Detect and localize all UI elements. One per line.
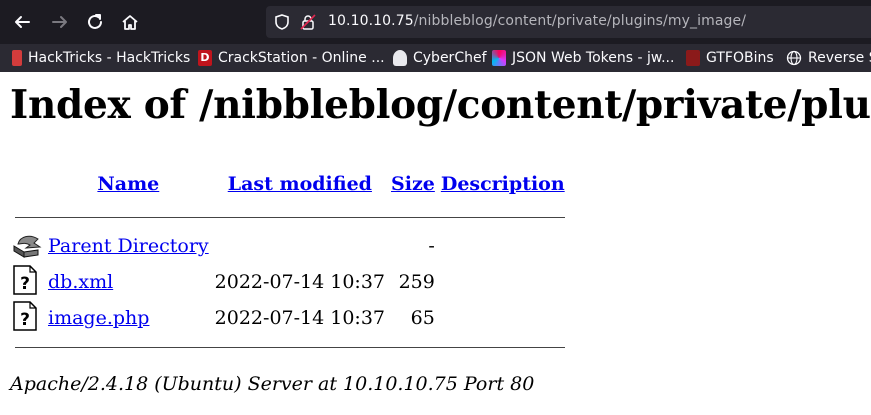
description-cell — [438, 228, 568, 264]
sort-by-last-modified-link[interactable]: Last modified — [228, 173, 372, 195]
bookmark-jwt[interactable]: JSON Web Tokens - jw... — [492, 48, 674, 68]
tracking-protection-shield-icon[interactable] — [274, 14, 290, 30]
bookmark-reverse-shell[interactable]: Reverse S — [786, 48, 871, 68]
jwt-icon — [492, 50, 506, 66]
file-link-image-php[interactable]: image.php — [48, 307, 149, 329]
bookmark-label: JSON Web Tokens - jw... — [512, 50, 675, 66]
server-signature: Apache/2.4.18 (Ubuntu) Server at 10.10.1… — [10, 373, 535, 395]
description-cell — [438, 264, 568, 300]
url-text[interactable]: 10.10.10.75/nibbleblog/content/private/p… — [328, 13, 746, 29]
modified-cell: 2022-07-14 10:37 — [214, 271, 386, 293]
size-column-header: Size — [388, 162, 438, 206]
size-cell: - — [428, 235, 435, 257]
bookmark-hacktricks[interactable]: HackTricks - HackTricks — [12, 48, 190, 68]
table-header-row: Name Last modified Size Description — [12, 162, 568, 206]
svg-text:?: ? — [20, 274, 30, 294]
unknown-file-icon: ? — [13, 300, 37, 331]
icon-column-header — [12, 162, 45, 206]
modified-cell — [212, 228, 388, 264]
unknown-file-icon: ? — [13, 264, 37, 295]
home-button[interactable] — [116, 8, 144, 36]
table-row: Parent Directory - — [12, 228, 568, 264]
parent-directory-link[interactable]: Parent Directory — [48, 235, 209, 257]
home-icon — [122, 15, 138, 30]
directory-listing-table: Name Last modified Size Description Pare… — [12, 162, 568, 358]
description-cell — [438, 300, 568, 336]
separator-row — [12, 336, 568, 358]
bookmark-label: Reverse S — [808, 50, 871, 66]
bookmark-label: GTFOBins — [706, 50, 774, 66]
insecure-lock-icon[interactable] — [300, 14, 316, 30]
modified-cell: 2022-07-14 10:37 — [214, 307, 386, 329]
forward-arrow-icon — [52, 16, 67, 28]
description-column-header: Description — [438, 162, 568, 206]
sort-by-description-link[interactable]: Description — [441, 173, 565, 195]
reload-icon — [88, 14, 102, 29]
sort-by-size-link[interactable]: Size — [391, 173, 435, 195]
bookmark-label: CrackStation - Online ... — [218, 50, 385, 66]
size-cell: 65 — [410, 307, 435, 329]
bookmark-label: CyberChef — [413, 50, 487, 66]
page-title: Index of /nibbleblog/content/private/plu… — [10, 82, 871, 128]
forward-button[interactable] — [46, 8, 74, 36]
divider — [15, 346, 565, 348]
back-button[interactable] — [8, 8, 36, 36]
url-path: /nibbleblog/content/private/plugins/my_i… — [413, 13, 747, 29]
address-bar[interactable]: 10.10.10.75/nibbleblog/content/private/p… — [266, 6, 871, 38]
table-row: ? image.php 2022-07-14 10:37 65 — [12, 300, 568, 336]
cyberchef-icon — [393, 50, 407, 66]
table-row: ? db.xml 2022-07-14 10:37 259 — [12, 264, 568, 300]
crackstation-icon: D — [198, 50, 212, 66]
name-column-header: Name — [45, 162, 212, 206]
last-modified-column-header: Last modified — [212, 162, 388, 206]
hacktricks-icon — [12, 50, 22, 66]
page-content: Index of /nibbleblog/content/private/plu… — [0, 72, 871, 415]
divider — [15, 216, 565, 218]
url-host: 10.10.10.75 — [328, 13, 414, 29]
separator-row — [12, 206, 568, 228]
back-arrow-icon — [15, 16, 30, 28]
bookmark-label: HackTricks - HackTricks — [28, 50, 191, 66]
bookmark-cyberchef[interactable]: CyberChef — [393, 48, 487, 68]
file-link-db-xml[interactable]: db.xml — [48, 271, 113, 293]
svg-text:?: ? — [20, 310, 30, 330]
bookmarks-toolbar: HackTricks - HackTricks D CrackStation -… — [0, 44, 871, 72]
size-cell: 259 — [398, 271, 435, 293]
bookmark-gtfobins[interactable]: GTFOBins — [686, 48, 774, 68]
browser-toolbar: 10.10.10.75/nibbleblog/content/private/p… — [0, 0, 871, 44]
back-arrow-icon — [13, 235, 42, 258]
sort-by-name-link[interactable]: Name — [97, 173, 159, 195]
gtfobins-icon — [686, 50, 700, 66]
bookmark-crackstation[interactable]: D CrackStation - Online ... — [198, 48, 385, 68]
globe-icon — [786, 50, 802, 66]
reload-button[interactable] — [81, 8, 109, 36]
